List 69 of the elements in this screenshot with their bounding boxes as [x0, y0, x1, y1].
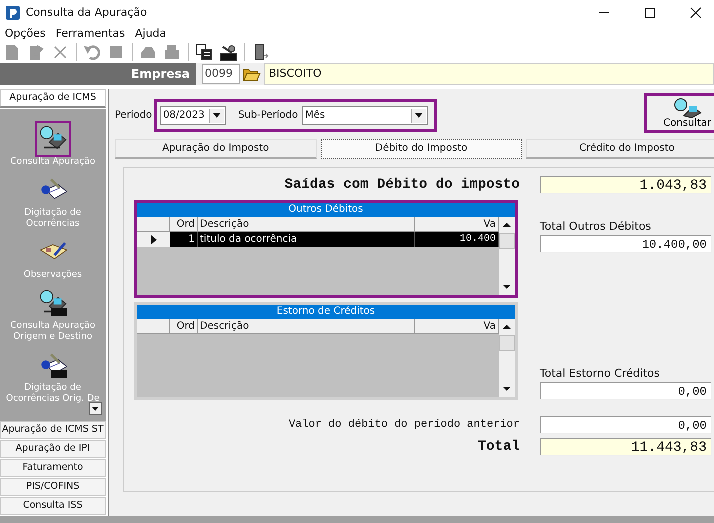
scrollbar[interactable]: [499, 217, 515, 296]
item-label: Observações: [22, 270, 84, 282]
value-field[interactable]: 0,00: [540, 416, 712, 434]
consult-button[interactable]: Consultar: [644, 93, 714, 134]
code-field[interactable]: 0099: [202, 64, 240, 84]
window-title: Consulta da Apuração: [26, 6, 148, 20]
item-label: Consulta Apuração Origem e Destino: [9, 321, 97, 344]
dropdown[interactable]: 08/2023: [160, 106, 226, 126]
section-header[interactable]: Apuração de ICMS: [0, 89, 106, 108]
field-label: Total Estorno Créditos: [540, 367, 661, 380]
column-header: Va: [415, 217, 499, 232]
data-grid[interactable]: Estorno de Créditos Ord Descrição Va: [134, 302, 518, 400]
name-field[interactable]: BISCOITO: [264, 63, 714, 86]
section-header[interactable]: Apuração de ICMS ST: [0, 421, 106, 440]
column-header: Descrição: [198, 217, 415, 232]
row-pointer-icon: [150, 234, 156, 245]
item-label: Digitação de Ocorrências: [24, 208, 82, 230]
column-header: [137, 319, 170, 334]
menu-item[interactable]: Ajuda: [135, 26, 167, 40]
column-header: [137, 217, 170, 232]
caret-icon[interactable]: [415, 113, 424, 118]
maximize-icon[interactable]: [644, 6, 656, 19]
value-field[interactable]: 0,00: [540, 382, 712, 400]
field-label: Período: [115, 110, 152, 122]
laptop-icon: [39, 289, 67, 318]
notepad-icon: [39, 351, 67, 380]
tab[interactable]: Débito do Imposto: [320, 139, 522, 160]
report-icon[interactable]: [196, 44, 213, 61]
data-grid[interactable]: Outros Débitos Ord Descrição Va 1 titulo da ocorrência 10.400: [134, 200, 518, 298]
section-header[interactable]: Apuração de IPI: [0, 440, 106, 458]
report-icon[interactable]: [220, 44, 237, 61]
sidebar-item[interactable]: [35, 121, 71, 158]
dropdown[interactable]: Mês: [302, 106, 428, 126]
field-label: Sub-Período: [238, 110, 298, 122]
table-cell: titulo da ocorrência: [198, 232, 415, 248]
caret-icon[interactable]: [213, 113, 222, 118]
column-header: Descrição: [198, 319, 415, 334]
column-header: Ord: [170, 319, 198, 334]
item-label: Consulta Apuração: [9, 157, 97, 168]
section-header[interactable]: Consulta ISS: [0, 497, 106, 516]
field-label: Total Outros Débitos: [540, 220, 652, 234]
menu-item[interactable]: Ferramentas: [56, 26, 126, 40]
column-header: Va: [415, 319, 499, 334]
laptop-icon: [674, 98, 702, 118]
tab[interactable]: Apuração do Imposto: [115, 139, 317, 160]
close-icon[interactable]: [690, 6, 702, 19]
tab[interactable]: Crédito do Imposto: [526, 139, 714, 160]
grid-title: Outros Débitos: [137, 203, 515, 218]
value-field[interactable]: 10.400,00: [540, 235, 712, 254]
field-label: Saídas com Débito do imposto: [284, 177, 520, 194]
menu-item[interactable]: Opções: [5, 26, 46, 40]
grid-row[interactable]: 1 titulo da ocorrência 10.400: [137, 232, 499, 248]
section-header[interactable]: Faturamento: [0, 459, 106, 478]
app-icon: [6, 6, 20, 20]
value-field[interactable]: 11.443,83: [540, 438, 712, 456]
scrollbar[interactable]: [499, 319, 515, 398]
field-label: Total: [478, 439, 520, 456]
scroll-down-button[interactable]: [89, 402, 102, 416]
table-cell: 1: [170, 232, 198, 248]
scroll-thumb[interactable]: [499, 233, 515, 250]
field-label: Valor do débito do período anterior: [288, 419, 520, 432]
grid-title: Estorno de Créditos: [137, 305, 515, 320]
value-field[interactable]: 1.043,83: [540, 176, 712, 194]
field-label: Empresa: [0, 63, 196, 86]
item-label: Digitação de Ocorrências Orig. De: [5, 383, 101, 406]
section-header[interactable]: PIS/COFINS: [0, 478, 106, 496]
scroll-thumb[interactable]: [499, 335, 515, 352]
column-header: Ord: [170, 217, 198, 232]
table-cell: 10.400: [415, 232, 499, 248]
